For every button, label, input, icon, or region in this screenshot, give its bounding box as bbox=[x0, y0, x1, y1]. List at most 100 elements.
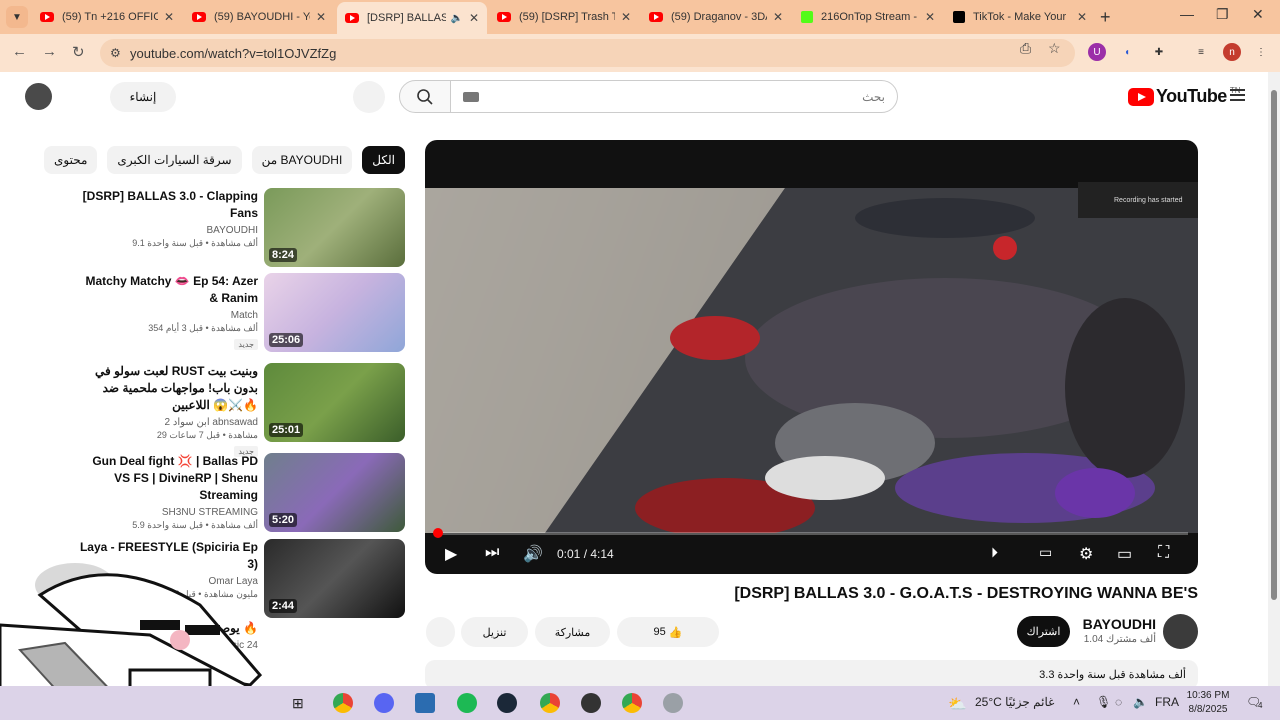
weather-text[interactable]: 25°C غائم جزئيًا bbox=[975, 695, 1054, 709]
browser-tab[interactable]: TikTok - Make Your ✕ bbox=[945, 4, 1095, 30]
video-thumbnail[interactable]: 2:44 bbox=[264, 539, 405, 618]
video-thumbnail[interactable]: 25:06 bbox=[264, 273, 405, 352]
close-tab-icon[interactable]: ✕ bbox=[316, 10, 326, 24]
browser-menu-icon[interactable]: ⋮ bbox=[1252, 43, 1270, 61]
extension-shield-icon[interactable]: U bbox=[1088, 43, 1106, 61]
address-bar[interactable]: ⚙ youtube.com/watch?v=tol1OJVZfZg bbox=[100, 39, 1075, 67]
close-tab-icon[interactable]: ✕ bbox=[469, 11, 479, 25]
app-taskbar-icon[interactable] bbox=[663, 693, 683, 713]
channel-avatar[interactable] bbox=[1163, 614, 1198, 649]
filter-chip[interactable]: الكل bbox=[362, 146, 405, 174]
close-tab-icon[interactable]: ✕ bbox=[1077, 10, 1087, 24]
speaker-icon[interactable]: 🔈 bbox=[1133, 695, 1148, 709]
recommended-video[interactable]: 8:24 [DSRP] BALLAS 3.0 - Clapping Fans BAY… bbox=[80, 188, 405, 270]
extensions-puzzle-icon[interactable]: ✚ bbox=[1150, 43, 1168, 61]
voice-search-button[interactable] bbox=[353, 81, 385, 113]
video-player[interactable]: Recording has started ▶ ⏭ 🔊 0:01 / 4:14 … bbox=[425, 140, 1198, 574]
youtube-logo[interactable]: YouTube TN bbox=[1128, 86, 1241, 107]
video-title[interactable]: Gun Deal fight 💢 | Ballas PD VS FS | Div… bbox=[78, 453, 258, 504]
keyboard-icon[interactable] bbox=[463, 91, 479, 102]
channel-name[interactable]: Match bbox=[78, 310, 258, 321]
weather-icon[interactable]: ⛅ bbox=[948, 695, 967, 713]
search-button[interactable] bbox=[399, 80, 451, 113]
channel-name[interactable]: ابن سواد 2 abnsawad bbox=[78, 417, 258, 428]
video-thumbnail[interactable]: 5:20 bbox=[264, 453, 405, 532]
media-control-icon[interactable]: ≡ bbox=[1192, 43, 1210, 61]
close-tab-icon[interactable]: ✕ bbox=[773, 10, 783, 24]
guide-menu-icon[interactable] bbox=[1230, 89, 1245, 101]
progress-knob[interactable] bbox=[433, 528, 443, 538]
tray-overflow-icon[interactable]: ˄ bbox=[1073, 695, 1080, 709]
tab-search-button[interactable]: ▼ bbox=[6, 6, 28, 28]
browser-tab[interactable]: (59) BAYOUDHI - You ✕ bbox=[184, 4, 334, 30]
mic-tray-icon[interactable]: 🎙 bbox=[1096, 695, 1111, 709]
channel-name[interactable]: SH3NU STREAMING bbox=[78, 507, 258, 518]
task-view-icon[interactable]: ⊞ bbox=[292, 695, 304, 712]
maximize-button[interactable]: ❐ bbox=[1216, 6, 1229, 23]
channel-name[interactable]: BAYOUDHI bbox=[1060, 616, 1156, 632]
network-icon[interactable]: ◌ bbox=[1115, 695, 1122, 709]
chrome-profile-taskbar-icon[interactable] bbox=[622, 693, 642, 713]
download-button[interactable]: تنزيل bbox=[461, 617, 528, 647]
bookmark-star-icon[interactable]: ☆ bbox=[1048, 40, 1061, 57]
video-title[interactable]: Matchy Matchy 👄 Ep 54: Azer & Ranim bbox=[78, 273, 258, 307]
theater-mode-icon[interactable]: ▭ bbox=[1117, 544, 1132, 564]
chrome-taskbar-icon[interactable] bbox=[333, 693, 353, 713]
browser-tab[interactable]: [DSRP] BALLAS 3🔈 ✕ bbox=[337, 2, 487, 34]
settings-gear-icon[interactable]: ⚙ bbox=[1079, 544, 1093, 564]
search-input[interactable]: بحث bbox=[451, 80, 898, 113]
file-explorer-icon[interactable] bbox=[415, 693, 435, 713]
fullscreen-icon[interactable]: ⛶ bbox=[1158, 544, 1169, 562]
obs-taskbar-icon[interactable] bbox=[581, 693, 601, 713]
next-button[interactable]: ⏭ bbox=[485, 544, 499, 562]
chrome-active-taskbar-icon[interactable] bbox=[540, 693, 560, 713]
spotify-taskbar-icon[interactable] bbox=[457, 693, 477, 713]
back-button[interactable]: ← bbox=[12, 43, 27, 60]
video-thumbnail[interactable]: 8:24 bbox=[264, 188, 405, 267]
reload-button[interactable]: ↻ bbox=[72, 43, 85, 61]
language-indicator[interactable]: FRA bbox=[1155, 695, 1179, 709]
more-actions-button[interactable] bbox=[426, 617, 455, 647]
filter-chip[interactable]: محتوى bbox=[44, 146, 98, 174]
like-button[interactable]: 95 👍 bbox=[617, 617, 719, 647]
channel-name[interactable]: BAYOUDHI bbox=[78, 225, 259, 236]
create-button[interactable]: إنشاء bbox=[110, 82, 176, 112]
recommended-video[interactable]: 5:20 Gun Deal fight 💢 | Ballas PD VS FS |… bbox=[80, 453, 405, 535]
close-window-button[interactable]: ✕ bbox=[1252, 6, 1264, 23]
new-tab-button[interactable]: + bbox=[1100, 7, 1111, 28]
close-tab-icon[interactable]: ✕ bbox=[621, 10, 631, 24]
volume-icon[interactable]: 🔊 bbox=[523, 544, 543, 564]
discord-taskbar-icon[interactable] bbox=[374, 693, 394, 713]
account-avatar[interactable] bbox=[25, 83, 52, 110]
forward-button[interactable]: → bbox=[42, 43, 57, 60]
share-button[interactable]: مشاركة bbox=[535, 617, 610, 647]
browser-tab[interactable]: 216OnTop Stream - ✕ bbox=[793, 4, 943, 30]
clock[interactable]: 10:36 PM 8/8/2025 bbox=[1180, 689, 1236, 717]
video-thumbnail[interactable]: 25:01 bbox=[264, 363, 405, 442]
steam-taskbar-icon[interactable] bbox=[497, 693, 517, 713]
autoplay-toggle[interactable]: ⏵ bbox=[991, 544, 998, 561]
recommended-video[interactable]: 25:06 Matchy Matchy 👄 Ep 54: Azer & Ranim… bbox=[80, 273, 405, 355]
filter-chip[interactable]: سرقة السيارات الكبرى bbox=[107, 146, 242, 174]
browser-tab[interactable]: (59) Tn +216 OFFICIE ✕ bbox=[32, 4, 182, 30]
page-scrollbar[interactable] bbox=[1268, 72, 1280, 686]
profile-avatar[interactable]: n bbox=[1223, 43, 1241, 61]
play-button[interactable]: ▶ bbox=[445, 544, 457, 564]
recommended-video[interactable]: 25:01 لعبت سولو في RUST وبنيت بيت بدون با… bbox=[78, 363, 405, 457]
install-app-icon[interactable]: ⎙ bbox=[1020, 40, 1031, 57]
site-info-icon[interactable]: ⚙ bbox=[110, 46, 121, 60]
tab-audio-icon[interactable]: 🔈 bbox=[450, 13, 462, 24]
progress-bar[interactable] bbox=[433, 528, 1188, 538]
scrollbar-thumb[interactable] bbox=[1271, 90, 1277, 600]
browser-tab[interactable]: (59) Draganov - 3DA ✕ bbox=[641, 4, 791, 30]
subscribe-button[interactable]: اشتراك bbox=[1017, 616, 1070, 647]
subtitles-icon[interactable]: ▭ bbox=[1039, 544, 1052, 561]
browser-tab[interactable]: (59) [DSRP] Trash Tea ✕ bbox=[489, 4, 639, 30]
video-title[interactable]: لعبت سولو في RUST وبنيت بيت بدون باب! مو… bbox=[78, 363, 258, 414]
minimize-button[interactable]: — bbox=[1180, 6, 1194, 22]
extension-audio-icon[interactable]: ◖ bbox=[1118, 43, 1136, 61]
video-title[interactable]: [DSRP] BALLAS 3.0 - Clapping Fans bbox=[78, 188, 258, 222]
close-tab-icon[interactable]: ✕ bbox=[164, 10, 174, 24]
filter-chip[interactable]: من BAYOUDHI bbox=[251, 146, 353, 174]
close-tab-icon[interactable]: ✕ bbox=[925, 10, 935, 24]
